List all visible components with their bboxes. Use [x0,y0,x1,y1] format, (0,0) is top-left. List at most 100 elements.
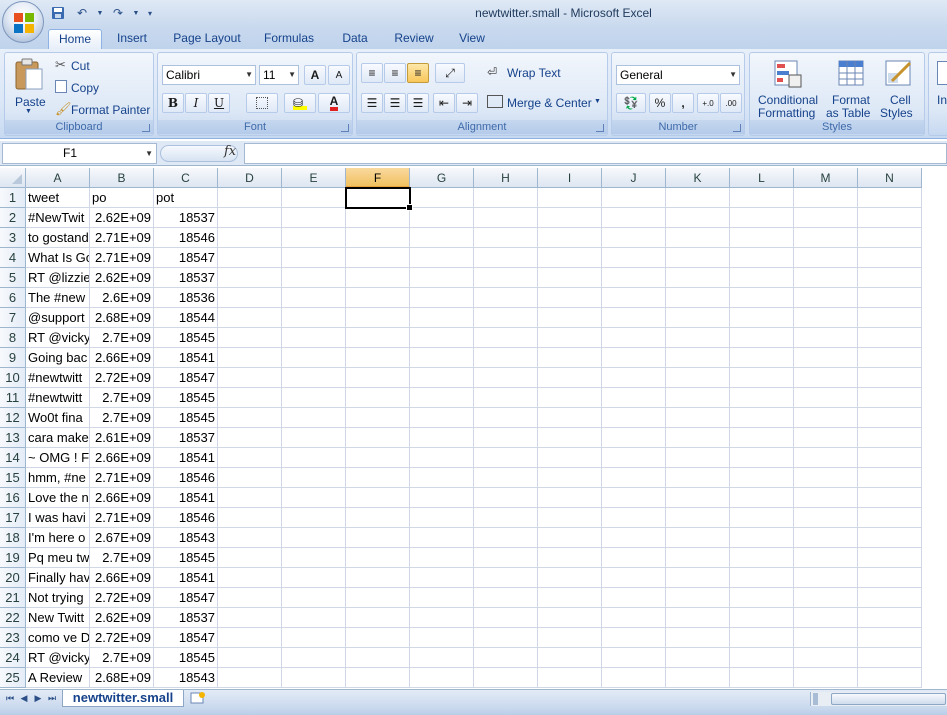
column-header-k[interactable]: K [666,168,730,188]
cell-h2[interactable] [474,208,538,228]
shrink-font-button[interactable]: A [328,65,350,85]
cell-m24[interactable] [794,648,858,668]
cell-g14[interactable] [410,448,474,468]
cell-g15[interactable] [410,468,474,488]
cell-l5[interactable] [730,268,794,288]
cell-g25[interactable] [410,668,474,688]
cell-h18[interactable] [474,528,538,548]
cell-b22[interactable]: 2.62E+09 [90,608,154,628]
cell-h12[interactable] [474,408,538,428]
cell-k25[interactable] [666,668,730,688]
cell-b8[interactable]: 2.7E+09 [90,328,154,348]
cell-c7[interactable]: 18544 [154,308,218,328]
cell-f12[interactable] [346,408,410,428]
cell-h25[interactable] [474,668,538,688]
cell-j21[interactable] [602,588,666,608]
cell-k6[interactable] [666,288,730,308]
conditional-formatting-button[interactable]: Conditional Formatting [752,55,824,121]
cell-e1[interactable] [282,188,346,208]
row-header[interactable]: 18 [0,528,26,548]
cell-c22[interactable]: 18537 [154,608,218,628]
cell-g21[interactable] [410,588,474,608]
fill-color-button[interactable]: ⛁ [284,93,316,113]
cell-e16[interactable] [282,488,346,508]
cell-m20[interactable] [794,568,858,588]
cell-g22[interactable] [410,608,474,628]
font-color-button[interactable]: A [318,93,350,113]
align-bottom-button[interactable]: ≡ [407,63,429,83]
cell-m8[interactable] [794,328,858,348]
cell-b16[interactable]: 2.66E+09 [90,488,154,508]
cell-e18[interactable] [282,528,346,548]
cell-k12[interactable] [666,408,730,428]
align-top-button[interactable]: ≡ [361,63,383,83]
row-header[interactable]: 10 [0,368,26,388]
cell-h22[interactable] [474,608,538,628]
cell-l2[interactable] [730,208,794,228]
cell-d23[interactable] [218,628,282,648]
font-name-select[interactable]: Calibri ▼ [162,65,256,85]
cell-l11[interactable] [730,388,794,408]
cell-d17[interactable] [218,508,282,528]
cell-i2[interactable] [538,208,602,228]
cell-j24[interactable] [602,648,666,668]
cell-b14[interactable]: 2.66E+09 [90,448,154,468]
cell-j1[interactable] [602,188,666,208]
cell-n23[interactable] [858,628,922,648]
cell-j13[interactable] [602,428,666,448]
cell-k8[interactable] [666,328,730,348]
cell-i4[interactable] [538,248,602,268]
cell-f14[interactable] [346,448,410,468]
column-header-h[interactable]: H [474,168,538,188]
cell-d11[interactable] [218,388,282,408]
clipboard-dialog-launcher-icon[interactable] [142,124,150,132]
column-header-d[interactable]: D [218,168,282,188]
cell-l17[interactable] [730,508,794,528]
increase-indent-button[interactable]: ⇥ [456,93,478,113]
comma-style-button[interactable]: , [672,93,694,113]
cell-c4[interactable]: 18547 [154,248,218,268]
first-sheet-icon[interactable]: ⏮ [4,692,16,705]
cell-c10[interactable]: 18547 [154,368,218,388]
row-header[interactable]: 16 [0,488,26,508]
cell-h5[interactable] [474,268,538,288]
cell-a8[interactable]: RT @vicky [26,328,90,348]
cell-h11[interactable] [474,388,538,408]
cell-l8[interactable] [730,328,794,348]
cell-h16[interactable] [474,488,538,508]
row-header[interactable]: 6 [0,288,26,308]
cell-c12[interactable]: 18545 [154,408,218,428]
cell-m25[interactable] [794,668,858,688]
insert-function-button[interactable]: fx [224,144,236,159]
cell-e11[interactable] [282,388,346,408]
cell-i9[interactable] [538,348,602,368]
paste-button[interactable]: Paste ▼ [9,55,49,117]
cell-n22[interactable] [858,608,922,628]
cell-b21[interactable]: 2.72E+09 [90,588,154,608]
cell-n4[interactable] [858,248,922,268]
column-header-g[interactable]: G [410,168,474,188]
cell-e7[interactable] [282,308,346,328]
cell-j11[interactable] [602,388,666,408]
cell-j4[interactable] [602,248,666,268]
cell-l22[interactable] [730,608,794,628]
cell-k23[interactable] [666,628,730,648]
cell-e2[interactable] [282,208,346,228]
cell-g9[interactable] [410,348,474,368]
orientation-button[interactable]: ⤢ [435,63,465,83]
cell-i3[interactable] [538,228,602,248]
cell-e25[interactable] [282,668,346,688]
font-dialog-launcher-icon[interactable] [341,124,349,132]
cell-g1[interactable] [410,188,474,208]
cell-a13[interactable]: cara make [26,428,90,448]
cell-a7[interactable]: @support [26,308,90,328]
cell-i22[interactable] [538,608,602,628]
cell-h1[interactable] [474,188,538,208]
cell-c23[interactable]: 18547 [154,628,218,648]
cell-c24[interactable]: 18545 [154,648,218,668]
cell-a18[interactable]: I'm here o [26,528,90,548]
office-button[interactable] [2,1,44,43]
cell-b1[interactable]: po [90,188,154,208]
cell-c13[interactable]: 18537 [154,428,218,448]
cell-k2[interactable] [666,208,730,228]
